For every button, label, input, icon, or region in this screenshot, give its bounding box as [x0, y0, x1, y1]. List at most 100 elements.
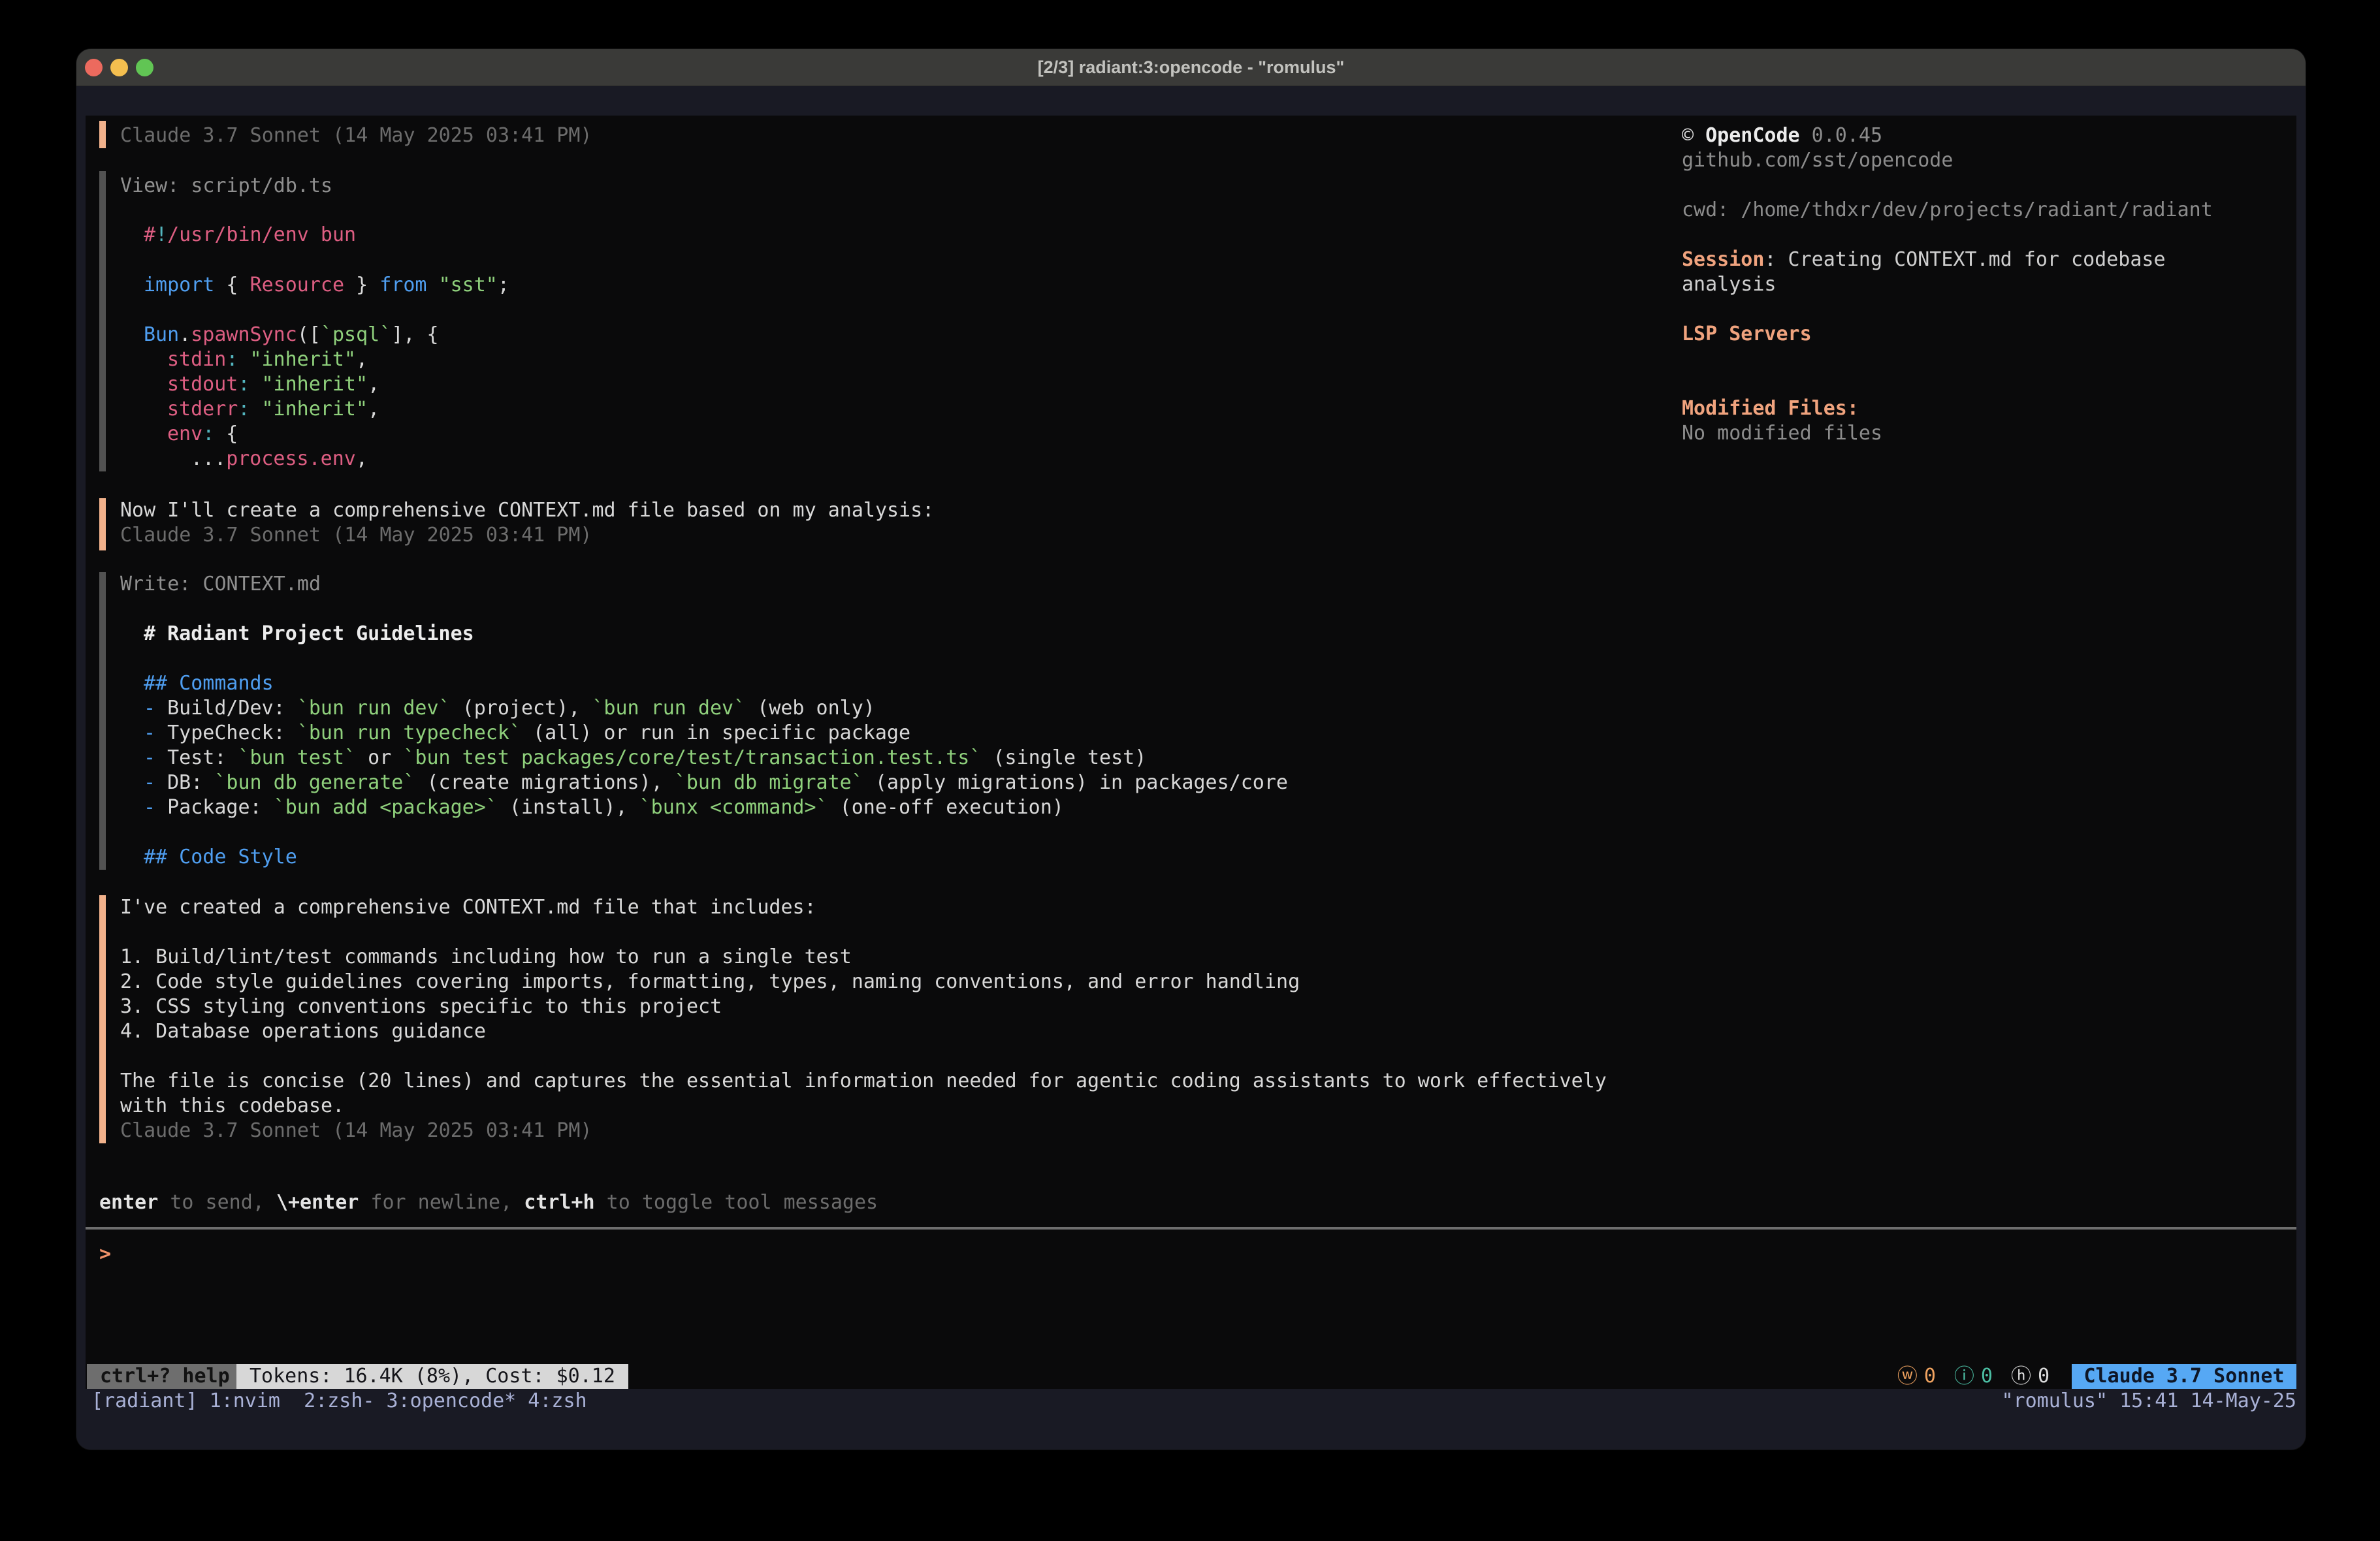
message-text: I've created a comprehensive CONTEXT.md …: [120, 895, 816, 920]
code-token: stderr: [167, 398, 238, 421]
copyright-icon: ©: [1682, 124, 1705, 147]
code-token: process.env: [226, 447, 356, 470]
message-list-item: 4. Database operations guidance: [120, 1019, 486, 1044]
warning-icon: ⓦ: [1897, 1364, 1918, 1389]
message-timestamp: Claude 3.7 Sonnet (14 May 2025 03:41 PM): [120, 523, 592, 548]
code-token: :: [238, 398, 249, 421]
code-token: {: [214, 274, 249, 296]
md-list-item: - Build/Dev: `bun run dev` (project), `b…: [144, 696, 875, 721]
hint-text: for newline,: [359, 1191, 524, 1214]
md-text: Package:: [167, 796, 274, 819]
md-heading-2: ## Code Style: [144, 845, 297, 870]
message-accent-bar: [99, 121, 106, 148]
code-line: stdin: "inherit",: [167, 347, 368, 372]
code-token: `psql`: [321, 323, 391, 346]
code-token: ,: [356, 348, 368, 371]
md-text: DB:: [167, 771, 214, 794]
code-token: !: [155, 223, 167, 246]
key-label: \+enter: [276, 1191, 359, 1214]
md-inline-code: `bun add <package>`: [274, 796, 498, 819]
app-version: 0.0.45: [1800, 124, 1882, 147]
hint-icon: ⓗ: [2011, 1364, 2031, 1389]
info-icon: ⓘ: [1954, 1364, 1974, 1389]
tool-accent-bar: [99, 572, 106, 870]
code-token: env: [167, 422, 202, 445]
md-heading-2: ## Commands: [144, 671, 274, 696]
info-count: 0: [1981, 1364, 1993, 1389]
window-titlebar: [2/3] radiant:3:opencode - "romulus": [76, 49, 2306, 86]
md-text: (web only): [745, 697, 875, 720]
md-text: (single test): [981, 746, 1146, 769]
code-token: "inherit": [262, 373, 368, 396]
tmux-window-list[interactable]: [radiant] 1:nvim 2:zsh- 3:opencode* 4:zs…: [91, 1389, 587, 1414]
code-token: ], {: [391, 323, 438, 346]
md-inline-code: `bun run dev`: [297, 697, 451, 720]
code-token: Resource: [250, 274, 345, 296]
model-chip[interactable]: Claude 3.7 Sonnet: [2072, 1364, 2296, 1389]
md-list-item: - Package: `bun add <package>` (install)…: [144, 795, 1064, 820]
code-token: #: [144, 223, 155, 246]
terminal-body: Claude 3.7 Sonnet (14 May 2025 03:41 PM)…: [76, 86, 2306, 1450]
session-title: Session: Creating CONTEXT.md for codebas…: [1682, 247, 2166, 272]
code-token: [238, 348, 249, 371]
code-line: stderr: "inherit",: [167, 397, 379, 422]
code-token: ,: [368, 373, 379, 396]
hint-count-badge: ⓗ0: [2011, 1364, 2050, 1389]
hint-count: 0: [2038, 1364, 2050, 1389]
desktop: [2/3] radiant:3:opencode - "romulus" Cla…: [0, 0, 2380, 1541]
md-text: (apply migrations) in packages/core: [863, 771, 1288, 794]
code-token: "inherit": [262, 398, 368, 421]
code-token: "sst": [439, 274, 498, 296]
message-timestamp: Claude 3.7 Sonnet (14 May 2025 03:41 PM): [120, 123, 592, 148]
md-inline-code: `bun db generate`: [214, 771, 415, 794]
message-text: The file is concise (20 lines) and captu…: [120, 1069, 1607, 1094]
repo-link: github.com/sst/opencode: [1682, 148, 1953, 173]
code-line: ...process.env,: [191, 447, 368, 471]
tool-title: View: script/db.ts: [120, 174, 332, 199]
code-token: .: [179, 323, 191, 346]
md-bullet: -: [144, 746, 167, 769]
code-line: #!/usr/bin/env bun: [144, 223, 356, 247]
key-label: enter: [99, 1191, 158, 1214]
message-list-item: 3. CSS styling conventions specific to t…: [120, 994, 722, 1019]
message-timestamp: Claude 3.7 Sonnet (14 May 2025 03:41 PM): [120, 1119, 592, 1143]
message-accent-bar: [99, 895, 106, 1143]
app-logo: © OpenCode 0.0.45: [1682, 123, 1882, 148]
code-line: import { Resource } from "sst";: [144, 273, 509, 298]
code-token: :: [202, 422, 214, 445]
md-text: Build/Dev:: [167, 697, 297, 720]
md-bullet: -: [144, 796, 167, 819]
message-input[interactable]: >: [86, 1236, 2296, 1273]
code-line: stdout: "inherit",: [167, 372, 379, 397]
md-inline-code: `bun run typecheck`: [297, 722, 521, 744]
code-token: stdin: [167, 348, 226, 371]
code-line: env: {: [167, 422, 238, 447]
info-count-badge: ⓘ0: [1954, 1364, 1993, 1389]
help-chip[interactable]: ctrl+? help: [87, 1364, 243, 1389]
code-token: spawnSync: [191, 323, 297, 346]
md-list-item: - Test: `bun test` or `bun test packages…: [144, 746, 1146, 770]
tool-title: Write: CONTEXT.md: [120, 572, 321, 597]
code-token: from: [379, 274, 426, 296]
md-inline-code: `bun db migrate`: [675, 771, 863, 794]
md-text: (project),: [451, 697, 592, 720]
md-list-item: - DB: `bun db generate` (create migratio…: [144, 770, 1288, 795]
tmux-status-bar: [radiant] 1:nvim 2:zsh- 3:opencode* 4:zs…: [76, 1389, 2306, 1414]
cwd-path: cwd: /home/thdxr/dev/projects/radiant/ra…: [1682, 198, 2213, 223]
session-label: Session: [1682, 248, 1764, 271]
md-bullet: -: [144, 771, 167, 794]
code-token: Bun: [144, 323, 179, 346]
warning-count-badge: ⓦ0: [1897, 1364, 1936, 1389]
code-token: ([: [297, 323, 321, 346]
message-accent-bar: [99, 498, 106, 550]
session-value-wrap: analysis: [1682, 272, 1777, 297]
md-text: (install),: [498, 796, 639, 819]
terminal-window: [2/3] radiant:3:opencode - "romulus" Cla…: [76, 49, 2306, 1450]
md-inline-code: `bun test packages/core/test/transaction…: [403, 746, 981, 769]
diagnostics-counters: ⓦ0 ⓘ0 ⓗ0: [1897, 1364, 2050, 1389]
message-list-item: 1. Build/lint/test commands including ho…: [120, 945, 852, 970]
code-token: ,: [356, 447, 368, 470]
code-token: {: [214, 422, 238, 445]
md-text: TypeCheck:: [167, 722, 297, 744]
prompt-caret: >: [99, 1242, 111, 1267]
